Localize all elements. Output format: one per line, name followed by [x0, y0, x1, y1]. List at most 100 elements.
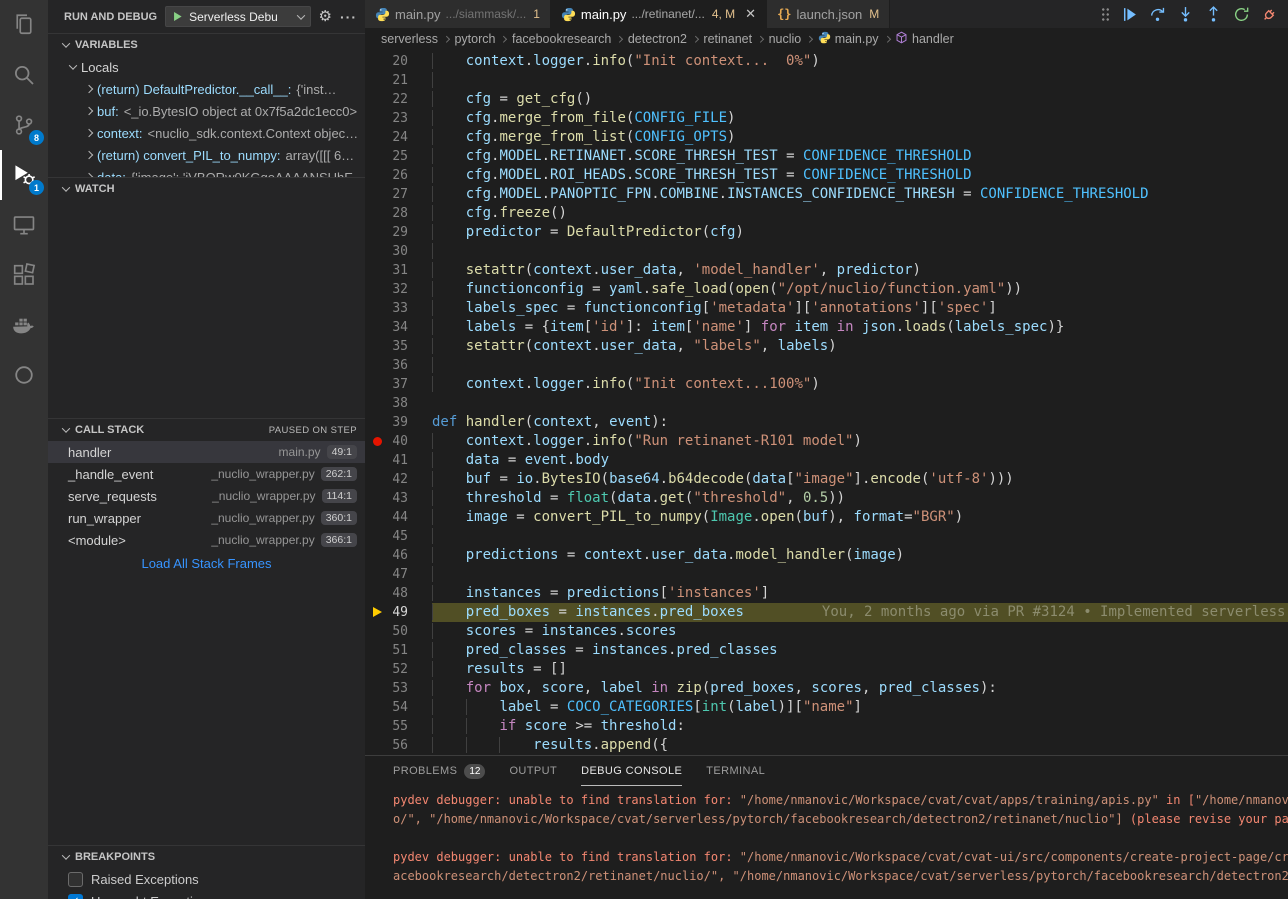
checkbox[interactable]	[68, 872, 83, 887]
checkbox[interactable]: ✓	[68, 894, 83, 899]
code-text[interactable]: buf = io.BytesIO(base64.b64decode(data["…	[432, 470, 1288, 489]
code-text[interactable]: pred_classes = instances.pred_classes	[432, 641, 1288, 660]
code-text[interactable]: cfg.MODEL.PANOPTIC_FPN.COMBINE.INSTANCES…	[432, 185, 1288, 204]
breakpoint-gutter[interactable]: 23	[365, 109, 432, 128]
code-text[interactable]: data = event.body	[432, 451, 1288, 470]
gear-icon[interactable]: ⚙	[319, 9, 332, 24]
breakpoint-gutter[interactable]: 53	[365, 679, 432, 698]
breakpoint-row[interactable]: ✓Uncaught Exceptions	[48, 890, 365, 899]
panel-tab-debug-console[interactable]: DEBUG CONSOLE	[581, 756, 682, 786]
breakpoint-gutter[interactable]: 49	[365, 603, 432, 622]
breakpoint-gutter[interactable]: 32	[365, 280, 432, 299]
code-text[interactable]	[432, 356, 1288, 375]
editor-tab[interactable]: {}launch.jsonM	[767, 0, 890, 28]
activity-item-remote-explorer[interactable]	[0, 200, 48, 250]
code-text[interactable]: cfg.freeze()	[432, 204, 1288, 223]
code-text[interactable]: labels = {item['id']: item['name'] for i…	[432, 318, 1288, 337]
breakpoint-gutter[interactable]: 47	[365, 565, 432, 584]
breakpoint-gutter[interactable]: 56	[365, 736, 432, 755]
code-text[interactable]: label = COCO_CATEGORIES[int(label)]["nam…	[432, 698, 1288, 717]
watch-section-header[interactable]: WATCH	[48, 178, 365, 200]
scope-locals[interactable]: Locals	[48, 56, 365, 78]
code-text[interactable]: cfg.MODEL.RETINANET.SCORE_THRESH_TEST = …	[432, 147, 1288, 166]
code-text[interactable]: setattr(context.user_data, 'model_handle…	[432, 261, 1288, 280]
breadcrumb-item[interactable]: nuclio	[769, 32, 802, 46]
editor-tab[interactable]: main.py.../siammask/...1	[365, 0, 551, 28]
stack-frame[interactable]: run_wrapper_nuclio_wrapper.py360:1	[48, 507, 365, 529]
close-icon[interactable]: ✕	[745, 6, 756, 22]
breakpoint-gutter[interactable]: 50	[365, 622, 432, 641]
breakpoint-gutter[interactable]: 54	[365, 698, 432, 717]
breakpoint-gutter[interactable]: 55	[365, 717, 432, 736]
breakpoint-gutter[interactable]: 25	[365, 147, 432, 166]
breakpoint-gutter[interactable]: 39	[365, 413, 432, 432]
panel-tab-problems[interactable]: PROBLEMS12	[393, 756, 485, 786]
code-text[interactable]: setattr(context.user_data, "labels", lab…	[432, 337, 1288, 356]
code-text[interactable]: context.logger.info("Init context...100%…	[432, 375, 1288, 394]
variable-row[interactable]: context:<nuclio_sdk.context.Context obje…	[48, 122, 365, 144]
call-stack-section-header[interactable]: CALL STACK PAUSED ON STEP	[48, 419, 365, 441]
code-text[interactable]	[432, 527, 1288, 546]
code-text[interactable]: results.append({	[432, 736, 1288, 755]
breakpoint-gutter[interactable]: 33	[365, 299, 432, 318]
breakpoint-gutter[interactable]: 43	[365, 489, 432, 508]
breakpoint-gutter[interactable]: 35	[365, 337, 432, 356]
breadcrumb-item[interactable]: retinanet	[703, 32, 752, 46]
code-text[interactable]	[432, 242, 1288, 261]
code-text[interactable]: context.logger.info("Run retinanet-R101 …	[432, 432, 1288, 451]
breakpoint-gutter[interactable]: 37	[365, 375, 432, 394]
panel-tab-terminal[interactable]: TERMINAL	[706, 756, 765, 786]
breakpoint-gutter[interactable]: 48	[365, 584, 432, 603]
breakpoint-gutter[interactable]: 30	[365, 242, 432, 261]
debug-config-dropdown[interactable]: Serverless Debu	[165, 6, 310, 27]
breakpoint-gutter[interactable]: 45	[365, 527, 432, 546]
breakpoint-gutter[interactable]: 27	[365, 185, 432, 204]
activity-item-run-and-debug[interactable]: 1	[0, 150, 48, 200]
code-text[interactable]: scores = instances.scores	[432, 622, 1288, 641]
breakpoint-gutter[interactable]: 34	[365, 318, 432, 337]
code-text[interactable]: predictor = DefaultPredictor(cfg)	[432, 223, 1288, 242]
code-text[interactable]: for box, score, label in zip(pred_boxes,…	[432, 679, 1288, 698]
breakpoint-gutter[interactable]: 28	[365, 204, 432, 223]
code-text[interactable]: predictions = context.user_data.model_ha…	[432, 546, 1288, 565]
breadcrumb-item[interactable]: pytorch	[454, 32, 495, 46]
code-text[interactable]: instances = predictions['instances']	[432, 584, 1288, 603]
step-over-icon[interactable]	[1149, 6, 1166, 23]
continue-icon[interactable]	[1121, 6, 1138, 23]
drag-handle-icon[interactable]	[1101, 7, 1110, 21]
load-all-stack-frames-link[interactable]: Load All Stack Frames	[48, 551, 365, 575]
breakpoint-gutter[interactable]: 31	[365, 261, 432, 280]
code-text[interactable]: cfg.merge_from_file(CONFIG_FILE)	[432, 109, 1288, 128]
stack-frame[interactable]: <module>_nuclio_wrapper.py366:1	[48, 529, 365, 551]
activity-item-source-control[interactable]: 8	[0, 100, 48, 150]
activity-item-explorer[interactable]	[0, 0, 48, 50]
activity-item-circle-extension[interactable]	[0, 350, 48, 400]
breadcrumb-item[interactable]: detectron2	[628, 32, 687, 46]
code-text[interactable]: results = []	[432, 660, 1288, 679]
stack-frame[interactable]: handlermain.py49:1	[48, 441, 365, 463]
breakpoint-gutter[interactable]: 41	[365, 451, 432, 470]
code-text[interactable]: labels_spec = functionconfig['metadata']…	[432, 299, 1288, 318]
breadcrumb-item[interactable]: handler	[895, 31, 954, 47]
activity-item-docker[interactable]	[0, 300, 48, 350]
code-text[interactable]: image = convert_PIL_to_numpy(Image.open(…	[432, 508, 1288, 527]
breakpoint-gutter[interactable]: 22	[365, 90, 432, 109]
restart-icon[interactable]	[1233, 6, 1250, 23]
variable-row[interactable]: buf:<_io.BytesIO object at 0x7f5a2dc1ecc…	[48, 100, 365, 122]
breadcrumb-item[interactable]: serverless	[381, 32, 438, 46]
more-actions-icon[interactable]: ···	[340, 10, 357, 24]
code-editor[interactable]: 20 context.logger.info("Init context... …	[365, 50, 1288, 755]
variables-section-header[interactable]: VARIABLES	[48, 34, 365, 56]
breakpoint-gutter[interactable]: 51	[365, 641, 432, 660]
variable-row[interactable]: (return) DefaultPredictor.__call__:{'ins…	[48, 78, 365, 100]
code-text[interactable]: threshold = float(data.get("threshold", …	[432, 489, 1288, 508]
code-text[interactable]	[432, 394, 1288, 413]
code-text[interactable]: cfg = get_cfg()	[432, 90, 1288, 109]
panel-tab-output[interactable]: OUTPUT	[509, 756, 557, 786]
code-text[interactable]: def handler(context, event):	[432, 413, 1288, 432]
stack-frame[interactable]: _handle_event_nuclio_wrapper.py262:1	[48, 463, 365, 485]
step-into-icon[interactable]	[1177, 6, 1194, 23]
breadcrumb-item[interactable]: facebookresearch	[512, 32, 611, 46]
breakpoint-gutter[interactable]: 42	[365, 470, 432, 489]
variable-row[interactable]: data:{'image': 'iVBORw0KGgoAAAANSUhE…	[48, 166, 365, 177]
